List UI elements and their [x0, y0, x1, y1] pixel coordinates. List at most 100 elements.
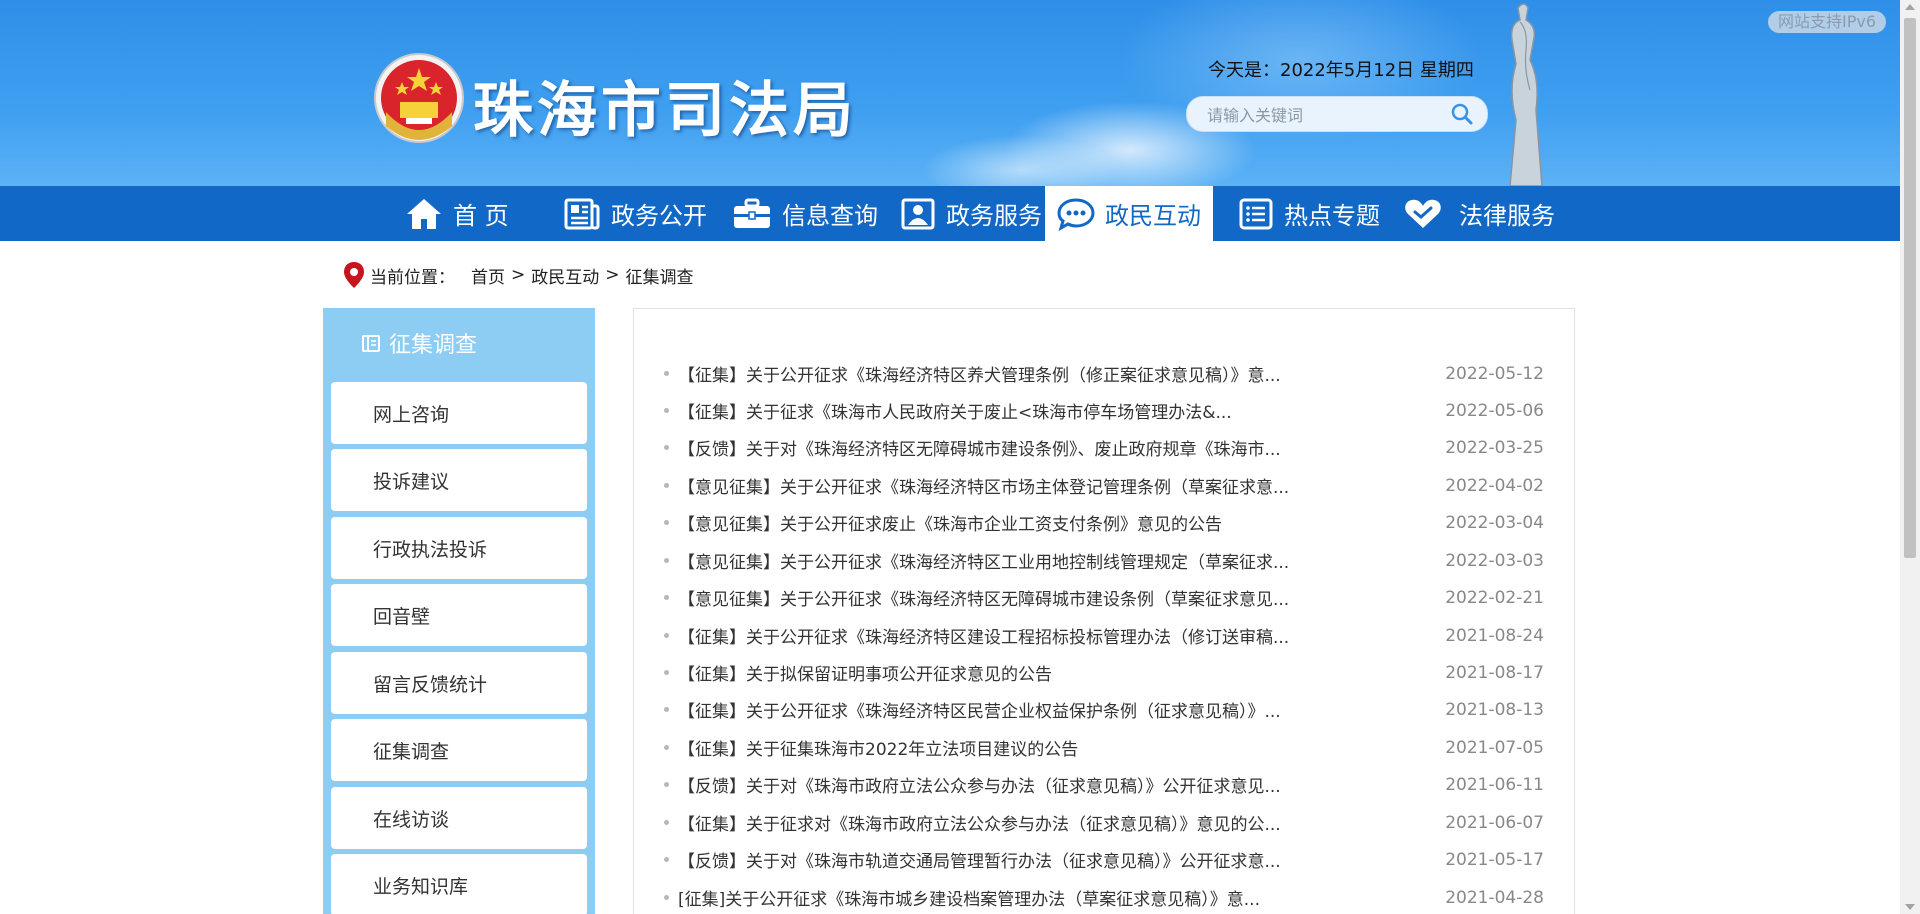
list-item-title[interactable]: 【征集】关于公开征求《珠海经济特区养犬管理条例（修正案征求意见稿）》意... — [678, 361, 1298, 386]
nav-item-label: 政务公开 — [611, 202, 707, 230]
list-item-title[interactable]: 【征集】关于拟保留证明事项公开征求意见的公告 — [678, 660, 1298, 685]
book-icon — [362, 335, 380, 352]
list-item-date: 2022-03-03 — [1445, 550, 1544, 571]
sidebar-item-complaint-suggestion[interactable]: 投诉建议 — [331, 449, 587, 511]
nav-item-label: 法律服务 — [1459, 202, 1555, 230]
list-item[interactable]: 【反馈】关于对《珠海经济特区无障碍城市建设条例》、废止政府规章《珠海市... 20… — [664, 429, 1544, 466]
list-item-date: 2021-08-13 — [1445, 699, 1544, 720]
bullet — [664, 670, 669, 675]
bullet — [664, 633, 669, 638]
list-item-title[interactable]: 【征集】关于征求《珠海市人民政府关于废止<珠海市停车场管理办法&... — [678, 398, 1298, 423]
list-item[interactable]: 【征集】关于拟保留证明事项公开征求意见的公告 2021-08-17 — [664, 654, 1544, 691]
list-item-title[interactable]: 【意见征集】关于公开征求废止《珠海市企业工资支付条例》意见的公告 — [678, 510, 1298, 535]
sidebar-item-echo-wall[interactable]: 回音壁 — [331, 584, 587, 646]
sidebar-item-label: 征集调查 — [373, 740, 450, 763]
list-item[interactable]: 【意见征集】关于公开征求《珠海经济特区工业用地控制线管理规定（草案征求... 20… — [664, 542, 1544, 579]
list-item[interactable]: 【反馈】关于对《珠海市轨道交通局管理暂行办法（征求意见稿）》公开征求意... 20… — [664, 841, 1544, 878]
sidebar-item-label: 业务知识库 — [373, 875, 469, 898]
nav-item-label: 信息查询 — [782, 202, 878, 230]
nav-item-label: 首 页 — [453, 202, 509, 230]
bullet — [664, 483, 669, 488]
scroll-thumb[interactable] — [1904, 18, 1916, 558]
sidebar-item-online-consult[interactable]: 网上咨询 — [331, 382, 587, 444]
list-item-date: 2021-07-05 — [1445, 737, 1544, 758]
list-item-title[interactable]: 【反馈】关于对《珠海市轨道交通局管理暂行办法（征求意见稿）》公开征求意... — [678, 847, 1298, 872]
list-item-title[interactable]: 【反馈】关于对《珠海市政府立法公众参与办法（征求意见稿）》公开征求意见... — [678, 772, 1298, 797]
list-item-title[interactable]: [征集]关于公开征求《珠海市城乡建设档案管理办法（草案征求意见稿）》意... — [678, 885, 1298, 910]
newspaper-icon — [564, 198, 600, 229]
list-item-title[interactable]: 【反馈】关于对《珠海经济特区无障碍城市建设条例》、废止政府规章《珠海市... — [678, 435, 1298, 460]
list-item[interactable]: 【意见征集】关于公开征求《珠海经济特区无障碍城市建设条例（草案征求意见... 20… — [664, 579, 1544, 616]
list-item[interactable]: 【征集】关于征求对《珠海市政府立法公众参与办法（征求意见稿）》意见的公... 20… — [664, 804, 1544, 841]
list-item[interactable]: 【征集】关于公开征求《珠海经济特区养犬管理条例（修正案征求意见稿）》意... 20… — [664, 355, 1544, 392]
list-item[interactable]: 【意见征集】关于公开征求废止《珠海市企业工资支付条例》意见的公告 2022-03-… — [664, 504, 1544, 541]
list-item-date: 2021-08-24 — [1445, 625, 1544, 646]
scroll-up-arrow-icon[interactable] — [1905, 4, 1915, 10]
list-item[interactable]: [征集]关于公开征求《珠海市城乡建设档案管理办法（草案征求意见稿）》意... 20… — [664, 879, 1544, 914]
sidebar-item-online-interview[interactable]: 在线访谈 — [331, 787, 587, 849]
list-item-title[interactable]: 【征集】关于征集珠海市2022年立法项目建议的公告 — [678, 735, 1298, 760]
list-item[interactable]: 【征集】关于征集珠海市2022年立法项目建议的公告 2021-07-05 — [664, 729, 1544, 766]
sidebar-title: 征集调查 — [389, 333, 478, 358]
bullet — [664, 895, 669, 900]
list-item-date: 2022-05-12 — [1445, 363, 1544, 384]
heart-icon — [1405, 199, 1441, 228]
sidebar-item-label: 在线访谈 — [373, 808, 450, 831]
sidebar-item-survey[interactable]: 征集调查 — [331, 719, 587, 781]
breadcrumb-home[interactable]: 首页 — [471, 263, 505, 288]
list-item-title[interactable]: 【意见征集】关于公开征求《珠海经济特区无障碍城市建设条例（草案征求意见... — [678, 585, 1298, 610]
nav-item-legal-services[interactable]: 法律服务 — [1403, 186, 1555, 241]
sidebar-item-message-stats[interactable]: 留言反馈统计 — [331, 652, 587, 714]
bullet — [664, 558, 669, 563]
bullet — [664, 371, 669, 376]
bullet — [664, 445, 669, 450]
list-item-date: 2022-02-21 — [1445, 587, 1544, 608]
list-item-date: 2022-04-02 — [1445, 475, 1544, 496]
breadcrumb: 当前位置： 首页 > 政民互动 > 征集调查 — [342, 262, 694, 288]
list-item[interactable]: 【意见征集】关于公开征求《珠海经济特区市场主体登记管理条例（草案征求意... 20… — [664, 467, 1544, 504]
list-item-title[interactable]: 【意见征集】关于公开征求《珠海经济特区工业用地控制线管理规定（草案征求... — [678, 548, 1298, 573]
scroll-down-arrow-icon[interactable] — [1905, 904, 1915, 910]
breadcrumb-current: 征集调查 — [625, 267, 694, 288]
list-item-date: 2021-04-28 — [1445, 887, 1544, 908]
list-item-date: 2022-05-06 — [1445, 400, 1544, 421]
list-item[interactable]: 【征集】关于公开征求《珠海经济特区民营企业权益保护条例（征求意见稿）》... 20… — [664, 691, 1544, 728]
nav-item-info-query[interactable]: 信息查询 — [732, 186, 878, 241]
breadcrumb-interaction[interactable]: 政民互动 — [531, 263, 599, 288]
nav-item-interaction[interactable]: 政民互动 — [1045, 186, 1213, 241]
fisher-girl-statue-icon — [1509, 3, 1543, 186]
breadcrumb-label: 当前位置： — [370, 267, 455, 288]
list-item-date: 2021-06-07 — [1445, 812, 1544, 833]
sidebar-item-label: 投诉建议 — [373, 470, 450, 493]
search-icon[interactable] — [1451, 103, 1473, 125]
sidebar-item-label: 回音壁 — [373, 605, 431, 628]
bullet — [664, 745, 669, 750]
chat-bubble-icon — [1057, 197, 1095, 231]
list-item[interactable]: 【征集】关于公开征求《珠海经济特区建设工程招标投标管理办法（修订送审稿... 20… — [664, 617, 1544, 654]
sidebar-item-knowledge-base[interactable]: 业务知识库 — [331, 854, 587, 914]
nav-item-hot-topics[interactable]: 热点专题 — [1238, 186, 1380, 241]
bullet — [664, 707, 669, 712]
nav-item-gov-affairs-public[interactable]: 政务公开 — [563, 186, 707, 241]
list-item-title[interactable]: 【意见征集】关于公开征求《珠海经济特区市场主体登记管理条例（草案征求意... — [678, 473, 1298, 498]
list-item[interactable]: 【反馈】关于对《珠海市政府立法公众参与办法（征求意见稿）》公开征求意见... 20… — [664, 766, 1544, 803]
ipv6-badge[interactable]: 网站支持IPv6 — [1768, 11, 1887, 33]
nav-item-label: 政务服务 — [946, 202, 1042, 230]
list-item-title[interactable]: 【征集】关于公开征求《珠海经济特区建设工程招标投标管理办法（修订送审稿... — [678, 623, 1298, 648]
bullet — [664, 820, 669, 825]
list-item-title[interactable]: 【征集】关于征求对《珠海市政府立法公众参与办法（征求意见稿）》意见的公... — [678, 810, 1298, 835]
sidebar-header: 征集调查 — [323, 308, 595, 378]
main-nav: 首 页 政务公开 信息查询 政务服务 政民互动 热点专题 法律服务 — [0, 186, 1900, 241]
briefcase-icon — [734, 198, 770, 228]
nav-item-home[interactable]: 首 页 — [405, 186, 509, 241]
list-item[interactable]: 【征集】关于征求《珠海市人民政府关于废止<珠海市停车场管理办法&... 2022-… — [664, 392, 1544, 429]
nav-item-gov-services[interactable]: 政务服务 — [900, 186, 1042, 241]
search-input[interactable] — [1205, 102, 1439, 128]
list-item-title[interactable]: 【征集】关于公开征求《珠海经济特区民营企业权益保护条例（征求意见稿）》... — [678, 697, 1298, 722]
page-scrollbar[interactable] — [1900, 0, 1920, 914]
user-card-icon — [901, 198, 935, 229]
sidebar-item-enforcement-complaint[interactable]: 行政执法投诉 — [331, 517, 587, 579]
breadcrumb-separator: > — [605, 265, 620, 285]
list-item-date: 2021-06-11 — [1445, 774, 1544, 795]
bullet — [664, 782, 669, 787]
